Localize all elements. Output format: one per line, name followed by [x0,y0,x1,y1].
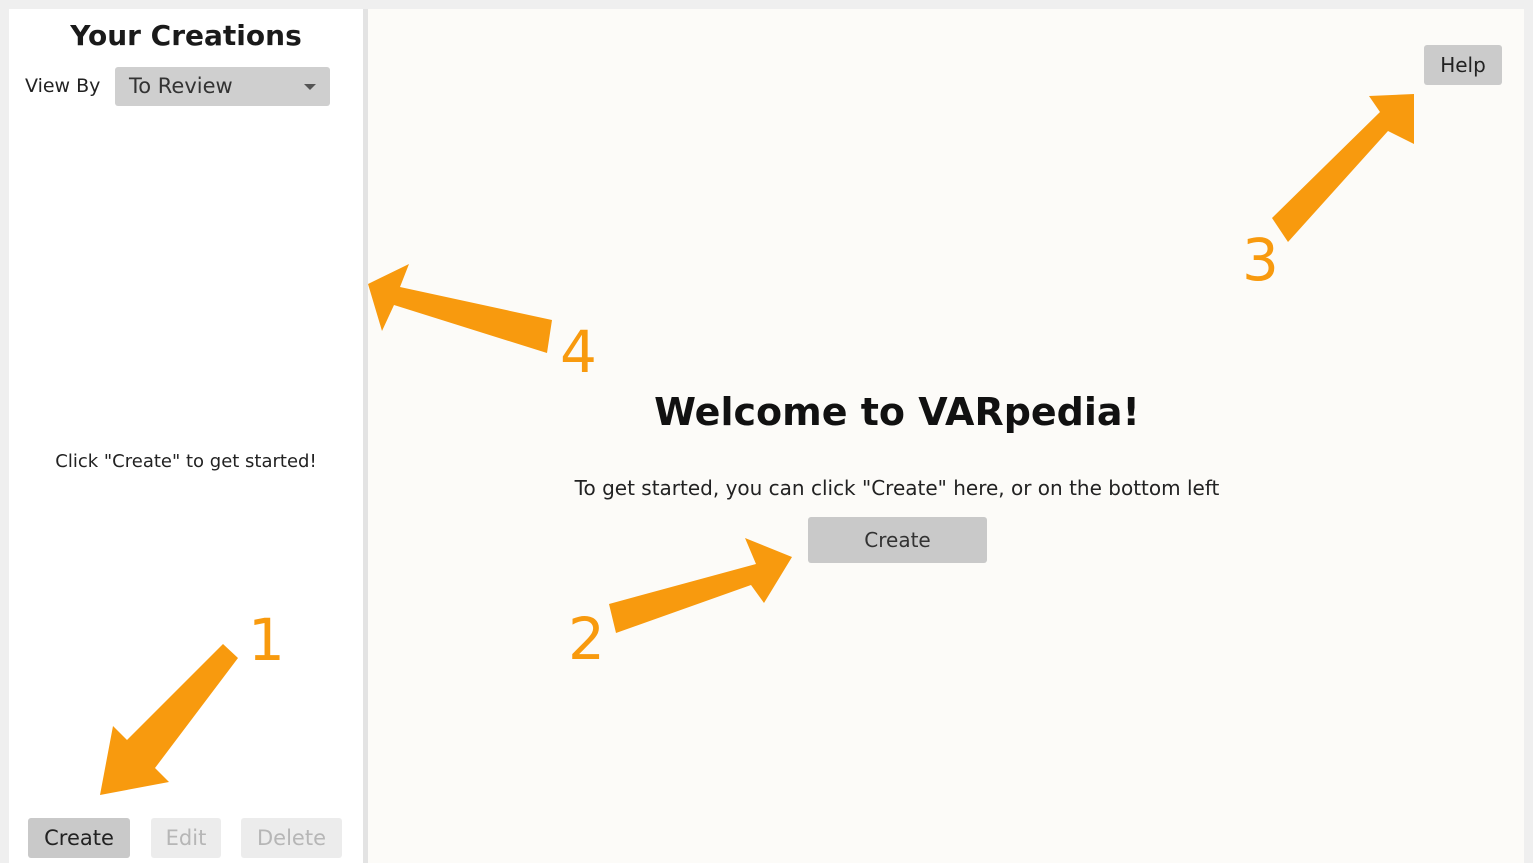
app-window: Your Creations View By To Review Click "… [9,9,1524,863]
sidebar-edit-button[interactable]: Edit [151,818,221,858]
sidebar-delete-button[interactable]: Delete [241,818,342,858]
sidebar-create-button[interactable]: Create [28,818,130,858]
view-by-selected-value: To Review [129,74,233,98]
chevron-down-icon [304,84,316,90]
sidebar-title: Your Creations [70,19,302,52]
help-button[interactable]: Help [1424,45,1502,85]
sidebar-divider[interactable] [363,9,368,863]
welcome-title: Welcome to VARpedia! [654,390,1140,434]
main-create-button[interactable]: Create [808,517,987,563]
view-by-label: View By [25,75,101,97]
view-by-dropdown[interactable]: To Review [115,67,330,106]
sidebar: Your Creations View By To Review Click "… [9,9,363,863]
welcome-subtitle: To get started, you can click "Create" h… [574,476,1220,500]
empty-list-message: Click "Create" to get started! [55,451,317,472]
